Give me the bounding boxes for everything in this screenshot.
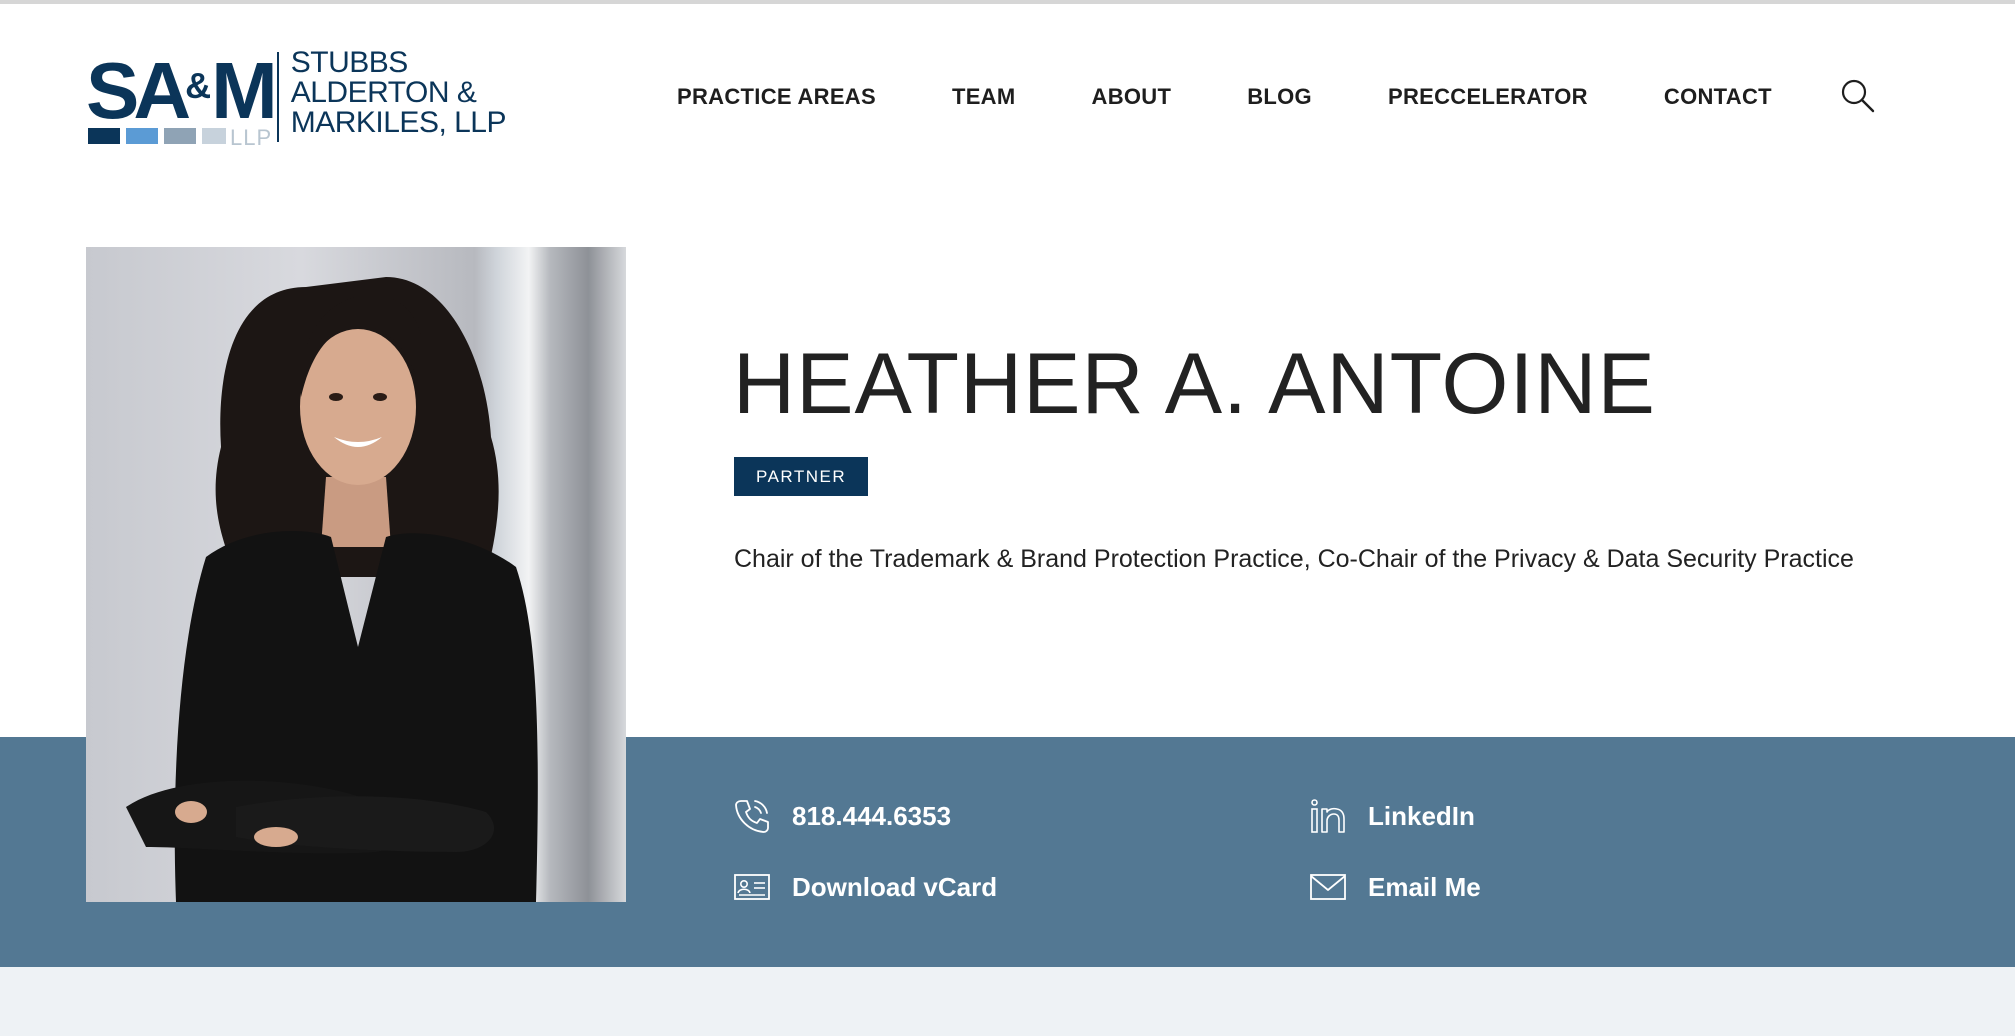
logo-squares (88, 128, 226, 144)
nav-item-practice-areas[interactable]: PRACTICE AREAS (677, 84, 876, 110)
search-button[interactable] (1840, 78, 1876, 114)
logo-mark-m: M (211, 46, 278, 135)
logo-mark: SA&M LLP (86, 46, 278, 151)
logo-mark-amp: & (185, 65, 212, 106)
logo-square-blue (126, 128, 158, 144)
logo-square-gray (164, 128, 196, 144)
site-header: SA&M LLP STUBBS ALDERTON & MARKILES, LLP… (0, 4, 2015, 190)
logo-llp: LLP (230, 125, 273, 150)
section-divider-band (0, 967, 2015, 1036)
download-vcard-link[interactable]: Download vCard (732, 867, 997, 907)
vcard-icon (732, 867, 772, 907)
logo-square-light (202, 128, 226, 144)
logo-divider (276, 52, 279, 142)
site-logo[interactable]: SA&M LLP STUBBS ALDERTON & MARKILES, LLP (86, 46, 507, 151)
mail-icon (1308, 867, 1348, 907)
logo-firm-name-line: ALDERTON & (290, 76, 477, 109)
nav-item-about[interactable]: ABOUT (1092, 84, 1172, 110)
linkedin-label: LinkedIn (1368, 800, 1475, 831)
linkedin-link[interactable]: LinkedIn (1308, 796, 1475, 836)
logo-firm-name-line: STUBBS (290, 46, 409, 79)
phone-icon (732, 796, 772, 836)
logo-square-navy (88, 128, 120, 144)
main-nav: PRACTICE AREAS TEAM ABOUT BLOG PRECCELER… (677, 82, 1772, 112)
logo-mark-sa: SA (86, 46, 191, 135)
role-badge: PARTNER (734, 457, 869, 496)
phone-number: 818.444.6353 (792, 800, 952, 831)
attorney-name: HEATHER A. ANTOINE (733, 336, 1656, 432)
email-link[interactable]: Email Me (1308, 867, 1481, 907)
search-icon (1841, 79, 1875, 113)
attorney-title: Chair of the Trademark & Brand Protectio… (734, 545, 1854, 573)
nav-item-blog[interactable]: BLOG (1247, 84, 1312, 110)
vcard-label: Download vCard (792, 871, 998, 902)
linkedin-icon (1308, 796, 1348, 836)
nav-item-team[interactable]: TEAM (952, 84, 1016, 110)
phone-link[interactable]: 818.444.6353 (732, 796, 951, 836)
portrait-photo (86, 247, 626, 902)
nav-item-contact[interactable]: CONTACT (1664, 84, 1772, 110)
portrait-illustration (126, 277, 538, 902)
nav-item-preccelerator[interactable]: PRECCELERATOR (1388, 84, 1588, 110)
email-label: Email Me (1368, 871, 1481, 902)
logo-firm-name: STUBBS ALDERTON & MARKILES, LLP (290, 46, 507, 139)
logo-firm-name-line: MARKILES, LLP (290, 106, 507, 139)
